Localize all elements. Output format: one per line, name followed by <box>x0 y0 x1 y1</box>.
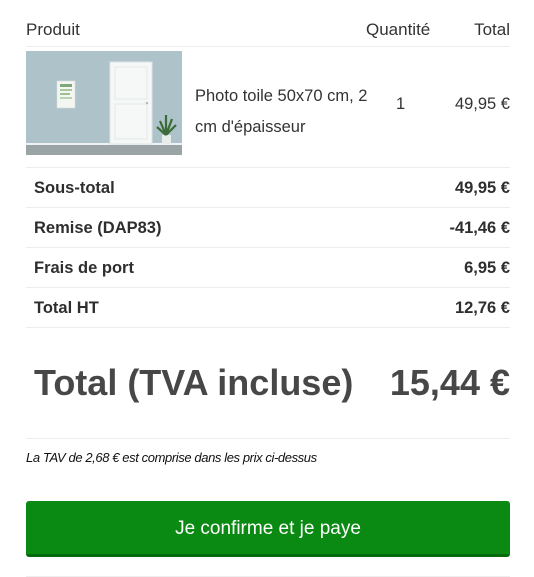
product-thumbnail <box>26 51 182 155</box>
total-ht-label: Total HT <box>34 299 99 317</box>
cart-table-header: Produit Quantité Total <box>26 0 510 47</box>
subtotal-label: Sous-total <box>34 179 115 197</box>
product-name[interactable]: Photo toile 50x70 cm, 2 cm d'épaisseur <box>195 81 375 143</box>
subtotal-value: 49,95 € <box>454 179 510 197</box>
product-quantity: 1 <box>396 95 406 113</box>
shipping-value: 6,95 € <box>464 259 510 277</box>
column-header-product: Produit <box>26 20 80 39</box>
total-ht-row: Total HT 12,76 € <box>26 288 510 328</box>
column-header-total: Total <box>474 20 510 39</box>
shipping-row: Frais de port 6,95 € <box>26 248 510 288</box>
grand-total-value: 15,44 € <box>389 362 510 403</box>
cart-summary: Produit Quantité Total Photo toile 50x70… <box>26 0 510 439</box>
confirm-and-pay-button[interactable]: Je confirme et je paye <box>26 501 510 557</box>
discount-row: Remise (DAP83) -41,46 € <box>26 208 510 248</box>
discount-label: Remise (DAP83) <box>34 219 162 237</box>
tax-note: La TAV de 2,68 € est comprise dans les p… <box>26 450 317 465</box>
discount-value: -41,46 € <box>449 219 510 237</box>
product-line-total: 49,95 € <box>454 95 510 113</box>
total-ht-value: 12,76 € <box>454 299 510 317</box>
shipping-label: Frais de port <box>34 259 134 277</box>
column-header-quantity: Quantité <box>366 20 431 39</box>
grand-total-row: Total (TVA incluse) 15,44 € <box>26 328 510 439</box>
subtotal-row: Sous-total 49,95 € <box>26 168 510 208</box>
cart-item-row: Photo toile 50x70 cm, 2 cm d'épaisseur 1… <box>26 47 510 168</box>
grand-total-label: Total (TVA incluse) <box>34 362 354 403</box>
